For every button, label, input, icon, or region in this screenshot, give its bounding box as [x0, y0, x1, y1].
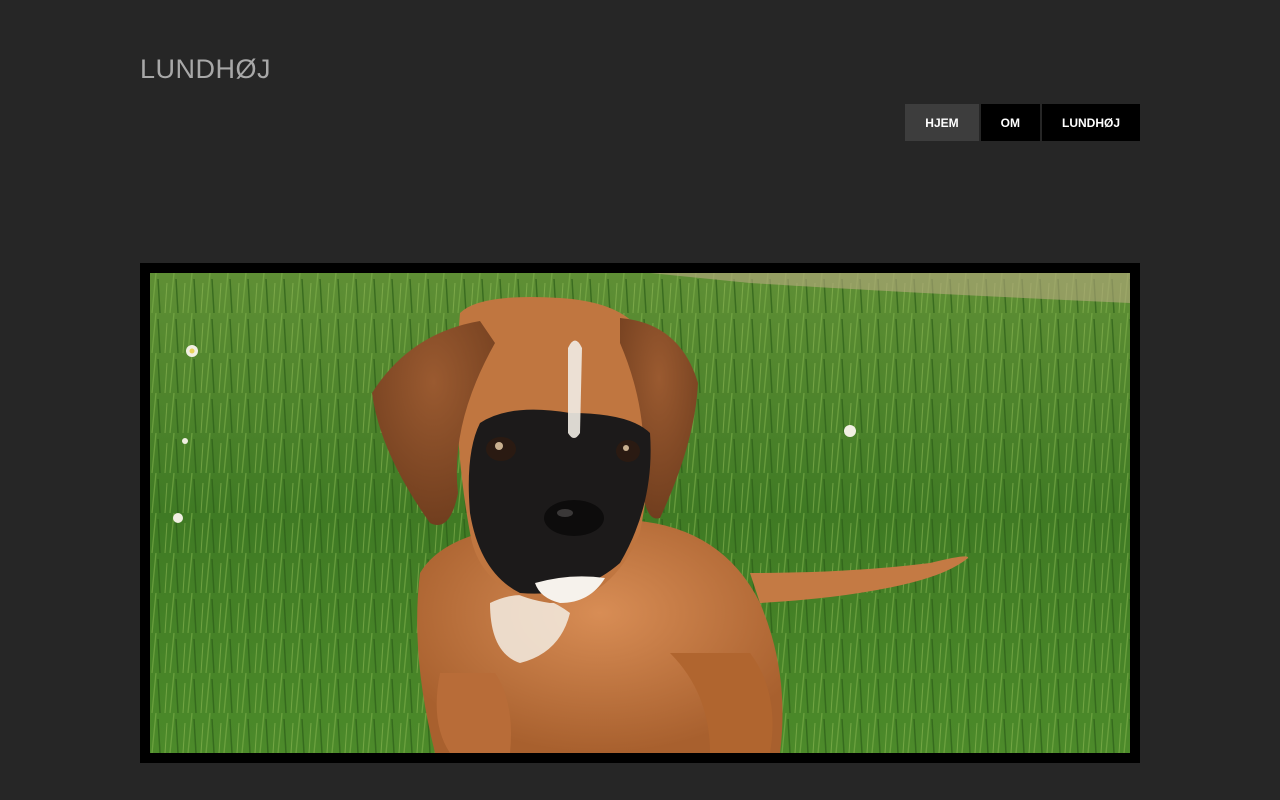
main-nav: HJEM OM LUNDHØJ — [905, 104, 1140, 141]
nav-item-om[interactable]: OM — [980, 104, 1040, 141]
nav-item-hjem[interactable]: HJEM — [905, 104, 979, 141]
site-title-link[interactable]: LUNDHØJ — [140, 54, 271, 85]
nav-item-lundhoj[interactable]: LUNDHØJ — [1041, 104, 1140, 141]
page: LUNDHØJ HJEM OM LUNDHØJ — [0, 0, 1280, 800]
hero-image-frame — [140, 263, 1140, 763]
hero-image-boxer-puppy — [150, 273, 1130, 753]
